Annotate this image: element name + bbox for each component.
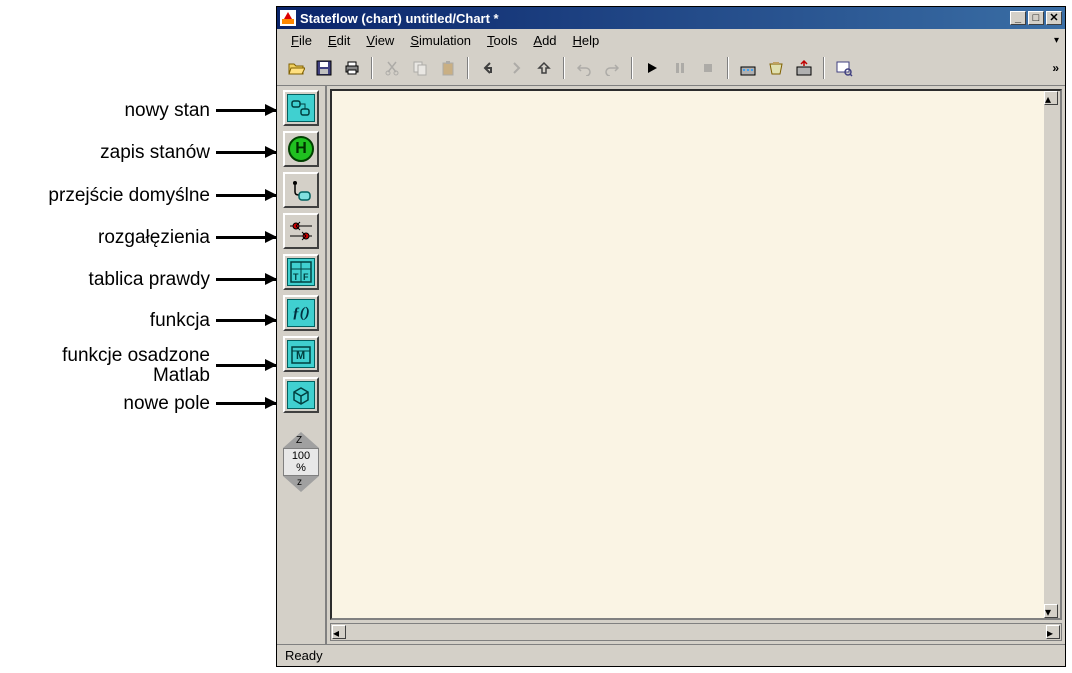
start-button[interactable] (639, 55, 665, 81)
toolbar-separator (727, 57, 729, 79)
history-tool[interactable]: H (283, 131, 319, 167)
titlebar: Stateflow (chart) untitled/Chart * _ □ ✕ (277, 7, 1065, 29)
up-button[interactable] (531, 55, 557, 81)
close-button[interactable]: ✕ (1046, 11, 1062, 25)
menu-edit[interactable]: Edit (320, 32, 358, 49)
box-tool[interactable] (283, 377, 319, 413)
annotation-label: funkcje osadzoneMatlab (62, 346, 210, 386)
annotation: nowe pole (0, 394, 276, 414)
save-button[interactable] (311, 55, 337, 81)
status-text: Ready (285, 648, 323, 663)
svg-text:M: M (296, 350, 305, 362)
vertical-scrollbar[interactable]: ▴ ▾ (1044, 91, 1060, 618)
default-transition-tool[interactable] (283, 172, 319, 208)
cut-button[interactable] (379, 55, 405, 81)
toolbar-separator (467, 57, 469, 79)
toolbar-separator (371, 57, 373, 79)
pause-button[interactable] (667, 55, 693, 81)
copy-button[interactable] (407, 55, 433, 81)
junction-tool[interactable] (283, 213, 319, 249)
minimize-button[interactable]: _ (1010, 11, 1026, 25)
annotation-label: zapis stanów (100, 143, 210, 163)
menu-overflow-icon[interactable]: ▾ (1054, 35, 1059, 46)
stop-button[interactable] (695, 55, 721, 81)
annotation-label: nowe pole (123, 394, 210, 414)
chart-canvas[interactable]: ▴ ▾ (330, 89, 1062, 620)
function-tool[interactable]: ƒ() (283, 295, 319, 331)
tool-palette: H TF ƒ() M 100 % (277, 86, 327, 644)
stateflow-window: Stateflow (chart) untitled/Chart * _ □ ✕… (276, 6, 1066, 667)
toolbar: » (277, 51, 1065, 85)
annotation-label: rozgałęzienia (98, 228, 210, 248)
menu-add[interactable]: Add (525, 32, 564, 49)
annotation-label: funkcja (150, 311, 210, 331)
back-button[interactable] (475, 55, 501, 81)
embedded-matlab-tool[interactable]: M (283, 336, 319, 372)
annotation: zapis stanów (0, 143, 276, 163)
toolbar-separator (823, 57, 825, 79)
arrow-icon (216, 236, 276, 239)
toolbar-overflow-icon[interactable]: » (1052, 61, 1059, 75)
zoom-in-button[interactable] (283, 432, 319, 448)
arrow-icon (216, 364, 276, 367)
window-controls: _ □ ✕ (1010, 11, 1062, 25)
scroll-down-icon[interactable]: ▾ (1044, 604, 1058, 618)
print-button[interactable] (339, 55, 365, 81)
arrow-icon (216, 194, 276, 197)
toolbar-separator (631, 57, 633, 79)
undo-button[interactable] (571, 55, 597, 81)
svg-text:F: F (303, 272, 309, 282)
annotation: funkcja (0, 311, 276, 331)
menu-view[interactable]: View (358, 32, 402, 49)
arrow-icon (216, 402, 276, 405)
truth-table-tool[interactable]: TF (283, 254, 319, 290)
build-all-button[interactable] (763, 55, 789, 81)
zoom-level[interactable]: 100 % (283, 448, 319, 476)
workspace: H TF ƒ() M 100 % ▴ ▾ ◂ ▸ (277, 85, 1065, 644)
rebuild-button[interactable] (791, 55, 817, 81)
scroll-up-icon[interactable]: ▴ (1044, 91, 1058, 105)
svg-text:T: T (293, 272, 299, 282)
zoom-control: 100 % (281, 432, 321, 492)
window-title: Stateflow (chart) untitled/Chart * (300, 11, 1010, 26)
annotation-label: tablica prawdy (89, 270, 210, 290)
annotation: funkcje osadzoneMatlab (0, 346, 276, 386)
annotation-label: nowy stan (124, 101, 210, 121)
annotation: tablica prawdy (0, 270, 276, 290)
arrow-icon (216, 319, 276, 322)
menu-help[interactable]: Help (565, 32, 608, 49)
menubar: File Edit View Simulation Tools Add Help… (277, 29, 1065, 51)
forward-button[interactable] (503, 55, 529, 81)
zoom-out-button[interactable] (283, 476, 319, 492)
build-button[interactable] (735, 55, 761, 81)
scroll-left-icon[interactable]: ◂ (332, 625, 346, 639)
arrow-icon (216, 109, 276, 112)
menu-simulation[interactable]: Simulation (402, 32, 479, 49)
annotation: przejście domyślne (0, 186, 276, 206)
annotation: nowy stan (0, 101, 276, 121)
arrow-icon (216, 151, 276, 154)
arrow-icon (216, 278, 276, 281)
paste-button[interactable] (435, 55, 461, 81)
explorer-button[interactable] (831, 55, 857, 81)
menu-file[interactable]: File (283, 32, 320, 49)
annotation: rozgałęzienia (0, 228, 276, 248)
canvas-area: ▴ ▾ ◂ ▸ (327, 86, 1065, 644)
state-tool[interactable] (283, 90, 319, 126)
statusbar: Ready (277, 644, 1065, 666)
maximize-button[interactable]: □ (1028, 11, 1044, 25)
toolbar-separator (563, 57, 565, 79)
horizontal-scrollbar[interactable]: ◂ ▸ (330, 623, 1062, 641)
open-button[interactable] (283, 55, 309, 81)
annotation-label: przejście domyślne (48, 186, 210, 206)
scroll-right-icon[interactable]: ▸ (1046, 625, 1060, 639)
redo-button[interactable] (599, 55, 625, 81)
menu-tools[interactable]: Tools (479, 32, 525, 49)
app-icon (280, 10, 296, 26)
